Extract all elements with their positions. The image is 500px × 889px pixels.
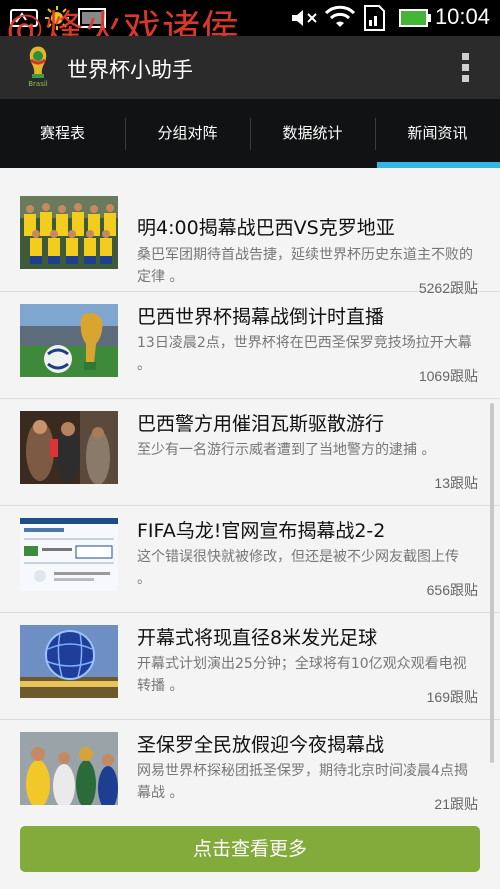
tab-statistics[interactable]: 数据统计	[250, 100, 375, 168]
protest-thumbnail	[20, 411, 118, 484]
world-cup-trophy-icon: Brasil	[28, 46, 48, 88]
load-more-button[interactable]: 点击查看更多	[20, 826, 480, 872]
app-title: 世界杯小助手	[67, 58, 193, 82]
news-item[interactable]: 巴西世界杯揭幕战倒计时直播 13日凌晨2点，世界杯将在巴西圣保罗竞技场拉开大幕 …	[0, 292, 500, 399]
news-item[interactable]: FIFA乌龙!官网宣布揭幕战2-2 这个错误很快就被修改，但还是被不少网友截图上…	[0, 506, 500, 613]
action-bar: Brasil 世界杯小助手	[0, 36, 500, 100]
status-bar: @烽火戏诸侯 10:04	[0, 0, 500, 51]
team-photo-thumbnail	[20, 196, 118, 269]
news-title: 开幕式将现直径8米发光足球	[137, 627, 378, 649]
svg-text:Brasil: Brasil	[28, 80, 48, 88]
glowing-ball-thumbnail	[20, 625, 118, 698]
news-item[interactable]: 开幕式将现直径8米发光足球 开幕式计划演出25分钟；全球将有10亿观众观看电视转…	[0, 613, 500, 720]
comment-count: 21跟贴	[434, 796, 478, 812]
mute-icon	[292, 10, 317, 26]
trophy-ball-thumbnail	[20, 304, 118, 377]
news-item[interactable]: 明4:00揭幕战巴西VS克罗地亚 桑巴军团期待首战告捷，延续世界杯历史东道主不败…	[0, 186, 500, 296]
overflow-menu-icon[interactable]	[462, 53, 470, 83]
news-summary: 网易世界杯探秘团抵圣保罗，期待北京时间凌晨4点揭幕战 。	[137, 763, 468, 801]
tab-groups[interactable]: 分组对阵	[125, 100, 250, 168]
clock: 10:04	[434, 4, 490, 29]
news-item[interactable]: 巴西警方用催泪瓦斯驱散游行 至少有一名游行示威者遭到了当地警方的逮捕 。 13跟…	[0, 399, 500, 506]
news-title: 明4:00揭幕战巴西VS克罗地亚	[137, 217, 395, 239]
comment-count: 656跟贴	[426, 582, 478, 598]
wifi-icon	[325, 5, 355, 27]
comment-count: 13跟贴	[434, 475, 478, 491]
news-title: 巴西警方用催泪瓦斯驱散游行	[137, 413, 385, 435]
tab-bar: 赛程表 分组对阵 数据统计 新闻资讯	[0, 100, 500, 168]
news-title: FIFA乌龙!官网宣布揭幕战2-2	[137, 520, 386, 542]
news-title: 圣保罗全民放假迎今夜揭幕战	[137, 734, 385, 756]
website-screenshot-thumbnail	[20, 518, 118, 591]
comment-count: 1069跟贴	[418, 368, 478, 384]
news-list[interactable]: 明4:00揭幕战巴西VS克罗地亚 桑巴军团期待首战告捷，延续世界杯历史东道主不败…	[0, 168, 500, 889]
tab-schedule[interactable]: 赛程表	[0, 100, 125, 168]
news-title: 巴西世界杯揭幕战倒计时直播	[137, 306, 385, 328]
battery-icon	[399, 9, 431, 27]
fans-thumbnail	[20, 732, 118, 805]
scrollbar[interactable]	[490, 403, 494, 763]
news-item[interactable]: 圣保罗全民放假迎今夜揭幕战 网易世界杯探秘团抵圣保罗，期待北京时间凌晨4点揭幕战…	[0, 720, 500, 826]
comment-count: 169跟贴	[426, 689, 478, 705]
tab-news[interactable]: 新闻资讯	[375, 100, 500, 168]
sim-signal-icon	[364, 5, 385, 31]
news-summary: 至少有一名游行示威者遭到了当地警方的逮捕 。	[137, 442, 436, 458]
